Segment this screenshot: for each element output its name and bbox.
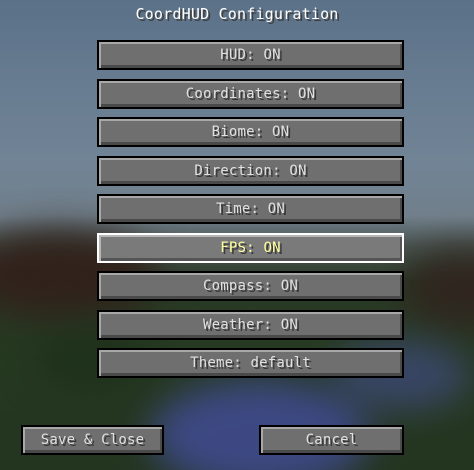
option-label: Coordinates: ON — [185, 86, 316, 102]
option-label: Compass: ON — [203, 278, 298, 294]
compass-toggle-button[interactable]: Compass: ON — [97, 271, 404, 301]
option-label: Time: ON — [215, 201, 286, 217]
hud-toggle-button[interactable]: HUD: ON — [97, 40, 404, 70]
biome-toggle-button[interactable]: Biome: ON — [97, 117, 404, 147]
option-label: Direction: ON — [194, 163, 307, 179]
option-label: Biome: ON — [211, 124, 290, 140]
fps-toggle-button[interactable]: FPS: ON — [97, 233, 404, 263]
theme-cycle-button[interactable]: Theme: default — [97, 348, 404, 378]
option-label: HUD: ON — [220, 47, 281, 63]
screen-title: CoordHUD Configuration — [135, 5, 339, 23]
option-label: Theme: default — [190, 355, 311, 371]
save-close-label: Save & Close — [40, 432, 145, 448]
coordinates-toggle-button[interactable]: Coordinates: ON — [97, 79, 404, 109]
time-toggle-button[interactable]: Time: ON — [97, 194, 404, 224]
option-label: FPS: ON — [220, 240, 281, 256]
cancel-label: Cancel — [305, 432, 358, 448]
weather-toggle-button[interactable]: Weather: ON — [97, 310, 404, 340]
direction-toggle-button[interactable]: Direction: ON — [97, 156, 404, 186]
cancel-button[interactable]: Cancel — [259, 425, 404, 455]
option-label: Weather: ON — [203, 317, 298, 333]
save-close-button[interactable]: Save & Close — [21, 425, 164, 455]
